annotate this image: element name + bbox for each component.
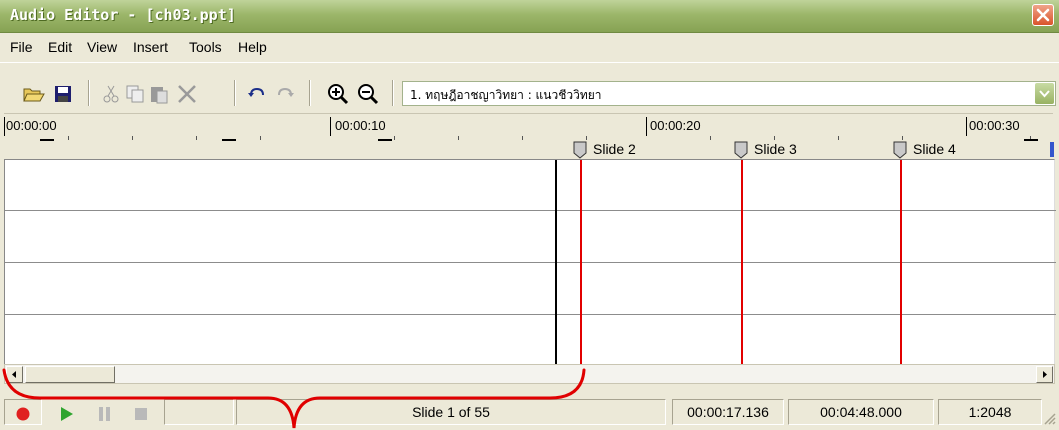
ruler-minor-tick: [586, 136, 587, 140]
toolbar-separator: [234, 80, 236, 106]
ruler-minor-tick: [68, 136, 69, 140]
timeline-ruler[interactable]: 00:00:00 00:00:10 00:00:20 00:00:30 Slid…: [4, 113, 1054, 160]
slide-boundary-line[interactable]: [741, 160, 743, 364]
zoom-ratio: 1:2048: [938, 399, 1042, 425]
ruler-minor-tick: [902, 136, 903, 140]
redo-icon[interactable]: [274, 83, 298, 105]
menu-file[interactable]: File: [10, 39, 33, 55]
menu-bar: File Edit View Insert Tools Help: [0, 33, 1059, 62]
window-title: Audio Editor - [ch03.ppt]: [10, 6, 236, 24]
audio-editor-window: Audio Editor - [ch03.ppt] File Edit View…: [0, 0, 1059, 430]
marker-flag-icon: [893, 141, 907, 159]
cut-icon[interactable]: [100, 83, 124, 105]
marker-flag-icon: [1050, 142, 1054, 157]
ruler-label: 00:00:10: [335, 118, 386, 133]
zoom-out-icon[interactable]: [356, 82, 380, 105]
duration-display: 00:04:48.000: [788, 399, 934, 425]
ruler-label: 00:00:00: [6, 118, 57, 133]
ruler-major-tick: [330, 117, 331, 136]
marker-flag-icon: [573, 141, 587, 159]
zoom-in-icon[interactable]: [326, 82, 350, 105]
slide-marker-label: Slide 3: [754, 141, 797, 157]
ruler-dash: [222, 139, 236, 141]
ruler-minor-tick: [132, 136, 133, 140]
slide-marker-label: Slide 2: [593, 141, 636, 157]
arrow-left-icon: [12, 371, 16, 378]
stop-button[interactable]: [134, 406, 148, 420]
status-panel: [164, 399, 234, 425]
slide-boundary-line[interactable]: [900, 160, 902, 364]
slide-select-value: 1. ทฤษฎีอาชญาวิทยา : แนวชีววิทยา: [410, 88, 602, 102]
slide-info: Slide 1 of 55: [236, 399, 666, 425]
ruler-label: 00:00:20: [650, 118, 701, 133]
chevron-down-icon: [1039, 90, 1050, 98]
delete-icon[interactable]: [176, 83, 200, 105]
ruler-major-tick: [646, 117, 647, 136]
toolbar-separator: [392, 80, 394, 106]
ruler-minor-tick: [838, 136, 839, 140]
ruler-minor-tick: [522, 136, 523, 140]
arrow-right-icon: [1043, 371, 1047, 378]
scroll-right-button[interactable]: [1036, 366, 1053, 383]
slide-boundary-line[interactable]: [580, 160, 582, 364]
menu-view[interactable]: View: [87, 39, 117, 55]
ruler-minor-tick: [710, 136, 711, 140]
track-divider: [5, 314, 1056, 315]
ruler-minor-tick: [774, 136, 775, 140]
menu-edit[interactable]: Edit: [48, 39, 72, 55]
scroll-left-button[interactable]: [6, 366, 23, 383]
ruler-label: 00:00:30: [969, 118, 1020, 133]
resize-grip-icon[interactable]: [1042, 410, 1056, 425]
save-icon[interactable]: [52, 83, 76, 105]
play-button[interactable]: [60, 406, 74, 421]
play-icon: [61, 407, 73, 421]
menu-insert[interactable]: Insert: [133, 39, 168, 55]
ruler-minor-tick: [260, 136, 261, 140]
ruler-minor-tick: [394, 136, 395, 140]
ruler-minor-tick: [196, 136, 197, 140]
track-divider: [5, 262, 1056, 263]
slide-select[interactable]: 1. ทฤษฎีอาชญาวิทยา : แนวชีววิทยา: [402, 81, 1056, 106]
stop-icon: [135, 408, 147, 420]
track-area[interactable]: [4, 159, 1056, 364]
toolbar-separator: [88, 80, 90, 106]
ruler-dash: [1024, 139, 1038, 141]
scroll-thumb[interactable]: [25, 366, 115, 383]
ruler-dash: [378, 139, 392, 141]
close-button[interactable]: [1032, 4, 1054, 26]
ruler-minor-tick: [458, 136, 459, 140]
pause-icon: [99, 407, 110, 421]
status-bar: Slide 1 of 55 00:00:17.136 00:04:48.000 …: [0, 394, 1059, 430]
paste-icon[interactable]: [148, 83, 172, 105]
title-bar[interactable]: Audio Editor - [ch03.ppt]: [0, 0, 1059, 33]
menu-help[interactable]: Help: [238, 39, 267, 55]
horizontal-scrollbar[interactable]: [4, 364, 1055, 384]
ruler-major-tick: [4, 117, 5, 136]
close-icon: [1036, 8, 1050, 22]
marker-flag-icon: [734, 141, 748, 159]
playhead-line[interactable]: [555, 160, 557, 364]
ruler-major-tick: [966, 117, 967, 136]
toolbar-separator: [309, 80, 311, 106]
slide-marker-5[interactable]: [1050, 141, 1054, 159]
track-divider: [5, 210, 1056, 211]
slide-marker-3[interactable]: Slide 3: [734, 141, 797, 159]
ruler-dash: [40, 139, 54, 141]
status-panel: [4, 399, 42, 425]
dropdown-button[interactable]: [1035, 83, 1054, 104]
slide-marker-2[interactable]: Slide 2: [573, 141, 636, 159]
slide-marker-4[interactable]: Slide 4: [893, 141, 956, 159]
undo-icon[interactable]: [246, 83, 270, 105]
pause-button[interactable]: [98, 406, 112, 421]
slide-marker-label: Slide 4: [913, 141, 956, 157]
copy-icon[interactable]: [124, 83, 148, 105]
menu-tools[interactable]: Tools: [189, 39, 222, 55]
position-display: 00:00:17.136: [672, 399, 784, 425]
open-folder-icon[interactable]: [22, 83, 46, 105]
